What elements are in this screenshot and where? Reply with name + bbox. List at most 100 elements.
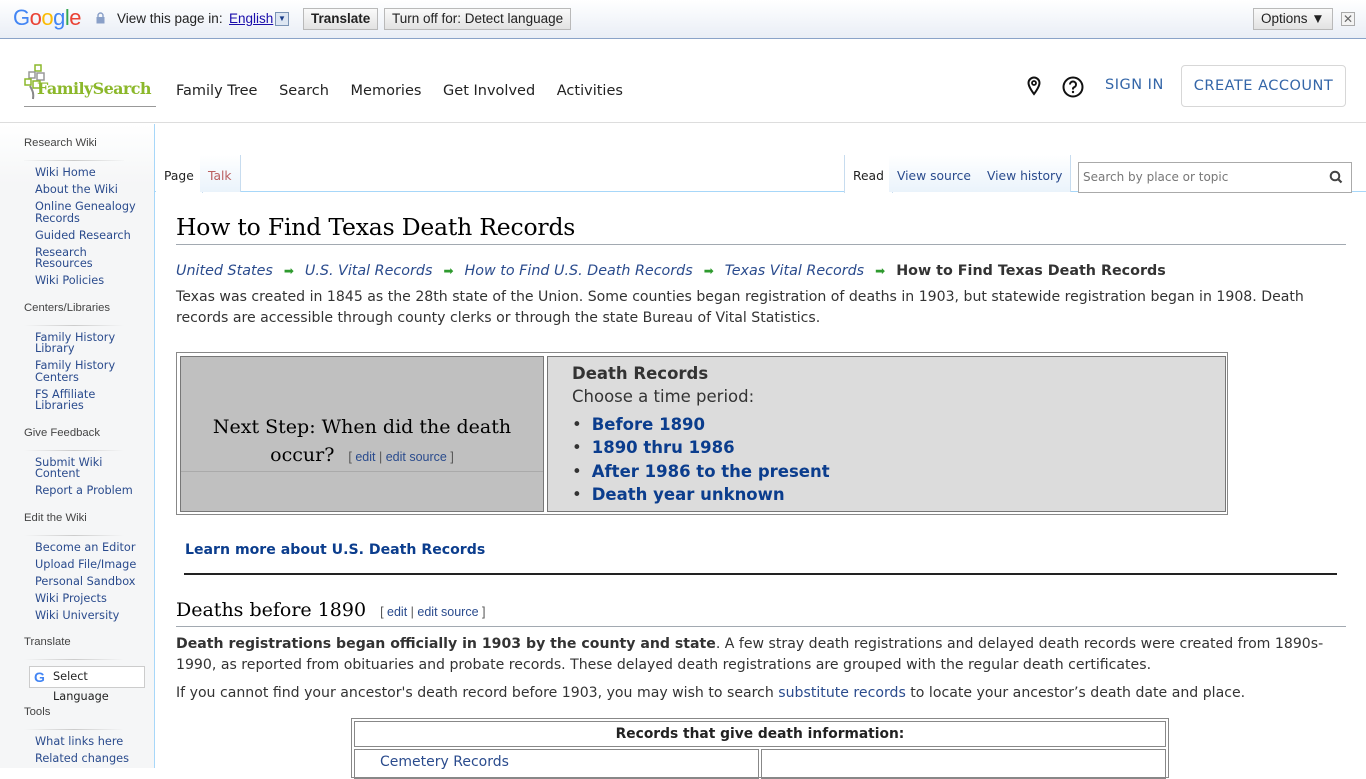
- logo-text: FamilySearch: [37, 79, 152, 98]
- sidebar-item-wiki-projects[interactable]: Wiki Projects: [35, 592, 144, 605]
- arrow-right-icon: ➡: [443, 264, 454, 278]
- site-header: FamilySearch Family Tree Search Memories…: [0, 40, 1366, 123]
- breadcrumb-current: How to Find Texas Death Records: [896, 263, 1166, 279]
- next-step-heading: Next Step: When did the death occur?[ ed…: [181, 413, 543, 471]
- wiki-search-input[interactable]: Search by place or topic: [1078, 162, 1352, 193]
- divider: [24, 324, 124, 326]
- sidebar-item-wiki-home[interactable]: Wiki Home: [35, 167, 144, 179]
- sidebar-item-what-links-here[interactable]: What links here: [35, 736, 144, 748]
- records-table-cell: [761, 749, 1166, 779]
- lock-icon: [96, 12, 105, 24]
- sidebar-item-guided-research[interactable]: Guided Research: [35, 229, 144, 242]
- divider: [181, 471, 543, 472]
- turn-off-button[interactable]: Turn off for: Detect language: [384, 8, 572, 30]
- arrow-right-icon: ➡: [875, 264, 886, 278]
- divider: [24, 659, 124, 660]
- paragraph-registrations: Death registrations began officially in …: [176, 634, 1336, 676]
- sign-in-link[interactable]: SIGN IN: [1105, 77, 1164, 93]
- sidebar-item-report-problem[interactable]: Report a Problem: [35, 485, 144, 497]
- edit-source-link[interactable]: edit source: [386, 450, 447, 464]
- next-step-panel: Next Step: When did the death occur?[ ed…: [180, 356, 544, 512]
- arrow-right-icon: ➡: [283, 264, 294, 278]
- google-g-icon: G: [34, 669, 45, 685]
- paragraph-text: If you cannot find your ancestor's death…: [176, 685, 779, 701]
- records-table-header: Records that give death information:: [354, 721, 1166, 747]
- divider: [24, 449, 124, 451]
- sidebar-item-upload[interactable]: Upload File/Image: [35, 558, 144, 571]
- translate-button[interactable]: Translate: [303, 8, 379, 30]
- sidebar-item-related-changes[interactable]: Related changes: [35, 753, 144, 765]
- breadcrumb-us-death-records[interactable]: How to Find U.S. Death Records: [465, 263, 693, 279]
- section-heading: Deaths before 1890 [ edit | edit source ]: [176, 599, 1346, 627]
- tab-read[interactable]: Read: [844, 155, 893, 193]
- nav-get-involved[interactable]: Get Involved: [443, 83, 535, 99]
- divider: [184, 573, 1337, 575]
- nav-memories[interactable]: Memories: [351, 83, 422, 99]
- death-records-title: Death Records: [572, 364, 709, 383]
- period-list: Before 1890 1890 thru 1986 After 1986 to…: [572, 413, 830, 506]
- records-table-cell: Cemetery Records: [354, 749, 759, 779]
- sidebar-item-sandbox[interactable]: Personal Sandbox: [35, 575, 144, 588]
- options-button[interactable]: Options ▼: [1253, 8, 1333, 30]
- sidebar-item-submit-content[interactable]: Submit Wiki Content: [35, 456, 144, 480]
- sidebar-item-wiki-policies[interactable]: Wiki Policies: [35, 275, 144, 287]
- nav-family-tree[interactable]: Family Tree: [176, 83, 257, 99]
- tab-view-history[interactable]: View history: [979, 155, 1072, 192]
- main-nav: Family Tree Search Memories Get Involved…: [176, 83, 640, 99]
- location-pin-icon[interactable]: [1026, 76, 1042, 96]
- language-dropdown-icon[interactable]: ▼: [275, 12, 289, 26]
- create-account-button[interactable]: CREATE ACCOUNT: [1181, 65, 1346, 107]
- intro-paragraph: Texas was created in 1845 as the 28th st…: [176, 289, 1304, 326]
- edit-link[interactable]: edit: [355, 450, 375, 464]
- google-logo: Google: [13, 5, 82, 30]
- tab-page[interactable]: Page: [156, 155, 203, 193]
- period-before-1890[interactable]: Before 1890: [572, 413, 830, 436]
- article-content: How to Find Texas Death Records United S…: [176, 193, 1346, 779]
- tab-view-source[interactable]: View source: [889, 155, 980, 192]
- tab-talk[interactable]: Talk: [200, 155, 241, 192]
- divider: [24, 534, 124, 536]
- breadcrumb-united-states[interactable]: United States: [176, 263, 273, 279]
- breadcrumb: United States ➡ U.S. Vital Records ➡ How to …: [176, 263, 1346, 279]
- sidebar-item-become-editor[interactable]: Become an Editor: [35, 541, 144, 554]
- arrow-right-icon: ➡: [703, 264, 714, 278]
- sidebar-item-research-resources[interactable]: Research Resources: [35, 246, 144, 270]
- nav-search[interactable]: Search: [279, 83, 329, 99]
- sidebar-item-about-wiki[interactable]: About the Wiki: [35, 184, 144, 196]
- help-icon[interactable]: [1062, 76, 1084, 98]
- search-placeholder: Search by place or topic: [1083, 170, 1229, 184]
- edit-source-link[interactable]: edit source: [417, 605, 478, 619]
- breadcrumb-us-vital-records[interactable]: U.S. Vital Records: [305, 263, 433, 279]
- sidebar-item-fhc[interactable]: Family History Centers: [35, 360, 144, 383]
- nav-activities[interactable]: Activities: [557, 83, 623, 99]
- paragraph-bold: Death registrations began officially in …: [176, 636, 716, 652]
- search-icon[interactable]: [1329, 170, 1343, 184]
- breadcrumb-texas-vital-records[interactable]: Texas Vital Records: [725, 263, 864, 279]
- choose-period-label: Choose a time period:: [572, 387, 755, 406]
- sidebar-item-online-records[interactable]: Online Genealogy Records: [35, 201, 144, 224]
- select-language-dropdown[interactable]: G Select Language: [29, 666, 145, 703]
- sidebar-item-affiliate[interactable]: FS Affiliate Libraries: [35, 388, 144, 412]
- next-step-box: Next Step: When did the death occur?[ ed…: [176, 352, 1228, 515]
- death-records-panel: Death Records Choose a time period: Befo…: [547, 356, 1226, 512]
- sidebar-heading-edit: Edit the Wiki: [24, 511, 87, 524]
- close-icon[interactable]: ✕: [1341, 12, 1355, 26]
- period-1890-1986[interactable]: 1890 thru 1986: [572, 436, 830, 459]
- learn-more-link[interactable]: Learn more about U.S. Death Records: [185, 542, 485, 558]
- paragraph-text: to locate your ancestor’s death date and…: [905, 685, 1246, 701]
- substitute-records-link[interactable]: substitute records: [778, 685, 906, 701]
- language-link[interactable]: English: [229, 11, 273, 26]
- edit-link[interactable]: edit: [387, 605, 407, 619]
- sidebar-heading-centers: Centers/Libraries: [24, 301, 111, 314]
- view-page-label: View this page in:: [117, 11, 223, 26]
- section-title: Deaths before 1890: [176, 599, 367, 621]
- sidebar-item-wiki-university[interactable]: Wiki University: [35, 609, 144, 622]
- sidebar-item-fhl[interactable]: Family History Library: [35, 331, 144, 355]
- translate-bar: Google View this page in: English ▼ Tran…: [0, 0, 1366, 39]
- sidebar-heading-research-wiki: Research Wiki: [24, 137, 97, 149]
- edit-links: [ edit | edit source ]: [380, 605, 486, 619]
- period-unknown[interactable]: Death year unknown: [572, 483, 830, 506]
- period-after-1986[interactable]: After 1986 to the present: [572, 460, 830, 483]
- page-title: How to Find Texas Death Records: [176, 193, 1346, 245]
- familysearch-logo[interactable]: FamilySearch: [24, 64, 156, 107]
